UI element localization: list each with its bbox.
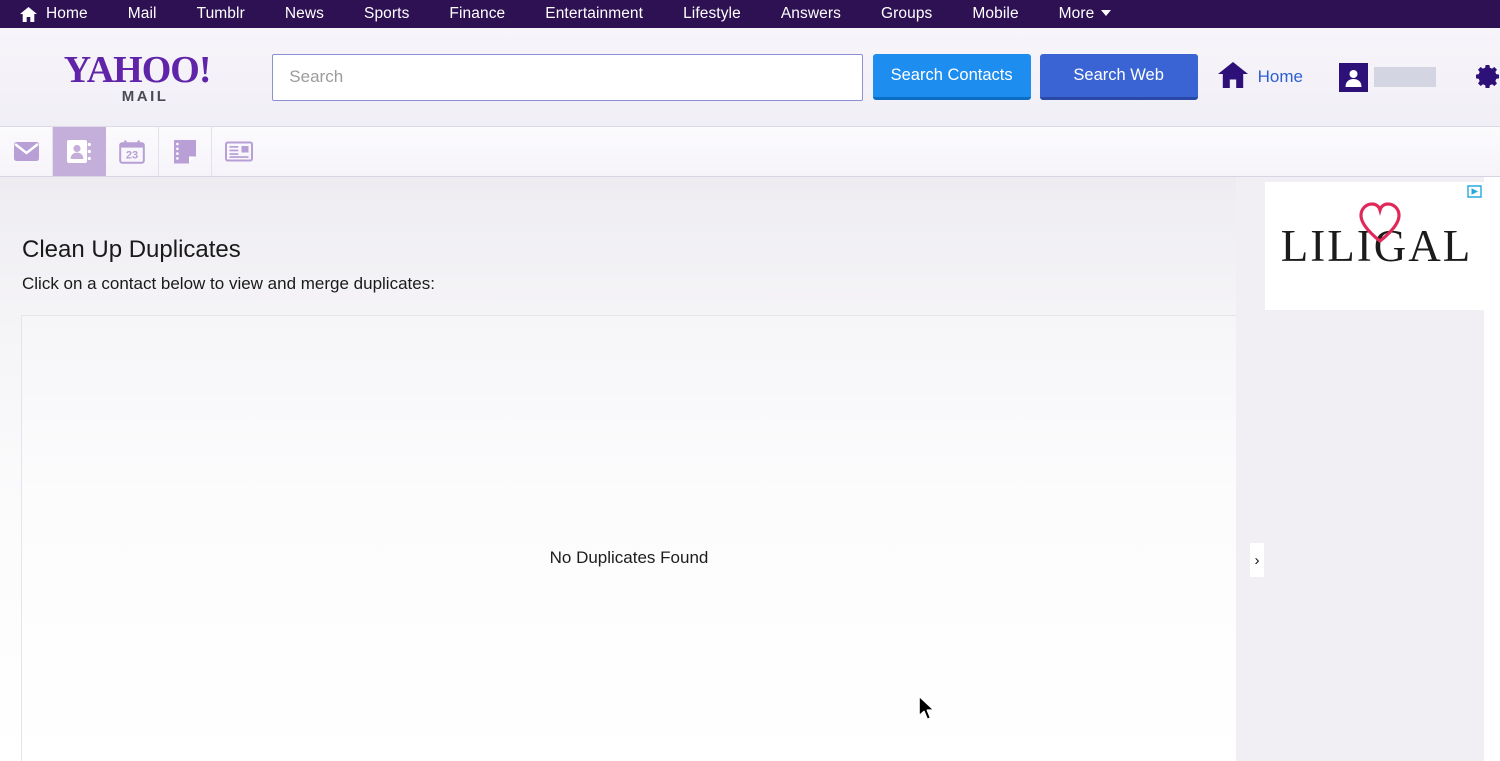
app-tab-contacts[interactable] [53,127,106,176]
chevron-down-icon [1101,9,1112,16]
top-nav-item-entertainment[interactable]: Entertainment [525,0,663,28]
newspaper-icon [224,141,253,162]
page-title: Clean Up Duplicates [22,236,241,263]
heart-icon [1359,201,1401,243]
page-header: YAHOO! MAIL Search Contacts Search Web H… [0,28,1500,127]
advertisement-column: LILIGAL [1236,177,1486,761]
yahoo-wordmark: YAHOO! [63,48,212,91]
adchoices-icon[interactable] [1467,185,1482,198]
app-tab-notepad[interactable] [159,127,212,176]
duplicates-content-column: Clean Up Duplicates Click on a contact b… [0,177,1236,761]
app-tab-calendar[interactable]: 23 [106,127,159,176]
top-nav-item-sports[interactable]: Sports [344,0,429,28]
top-nav-label: More [1058,5,1095,22]
calendar-icon: 23 [119,139,145,164]
search-input[interactable] [289,67,846,87]
app-tab-news[interactable] [212,127,265,176]
top-nav-item-mobile[interactable]: Mobile [952,0,1038,28]
top-nav-item-groups[interactable]: Groups [861,0,952,28]
contacts-book-icon [66,140,91,163]
header-home-link[interactable]: Home [1217,61,1304,93]
search-box[interactable] [272,53,863,101]
home-icon [20,6,37,22]
envelope-icon [13,142,39,161]
top-nav-item-home[interactable]: Home [14,0,108,28]
home-link-label: Home [1257,67,1304,86]
settings-button[interactable] [1474,64,1500,90]
top-navigation-bar: Home Mail Tumblr News Sports Finance Ent… [0,0,1500,28]
app-tab-bar: 23 [0,127,1500,177]
top-nav-item-lifestyle[interactable]: Lifestyle [663,0,761,28]
app-tab-mail[interactable] [0,127,53,176]
page-subtitle: Click on a contact below to view and mer… [22,274,435,293]
yahoo-mail-logo[interactable]: YAHOO! MAIL [18,50,256,105]
duplicates-panel: No Duplicates Found [21,315,1236,761]
top-nav-item-mail[interactable]: Mail [108,0,177,28]
top-nav-item-finance[interactable]: Finance [429,0,525,28]
user-account-area[interactable] [1339,62,1437,92]
top-nav-item-more[interactable]: More [1039,0,1132,28]
main-content-area: Clean Up Duplicates Click on a contact b… [0,177,1500,761]
top-nav-label: Home [46,5,88,22]
mail-wordmark: MAIL [121,87,169,105]
person-icon [1345,69,1362,87]
gear-icon [1476,65,1500,89]
avatar[interactable] [1339,62,1369,92]
search-web-button[interactable]: Search Web [1039,54,1198,100]
empty-state-message: No Duplicates Found [549,548,709,567]
panel-collapse-handle[interactable]: › [1250,543,1264,577]
top-nav-item-tumblr[interactable]: Tumblr [177,0,265,28]
top-nav-item-answers[interactable]: Answers [761,0,861,28]
top-nav-item-news[interactable]: News [265,0,344,28]
home-icon [1217,61,1248,93]
advertisement-banner[interactable]: LILIGAL [1265,182,1486,310]
header-right-group: Home [1217,61,1500,93]
username-redacted [1374,67,1437,87]
notepad-icon [174,140,196,164]
ad-brand-wordmark: LILIGAL [1279,201,1472,269]
search-contacts-button[interactable]: Search Contacts [872,54,1031,100]
svg-text:23: 23 [126,149,138,161]
